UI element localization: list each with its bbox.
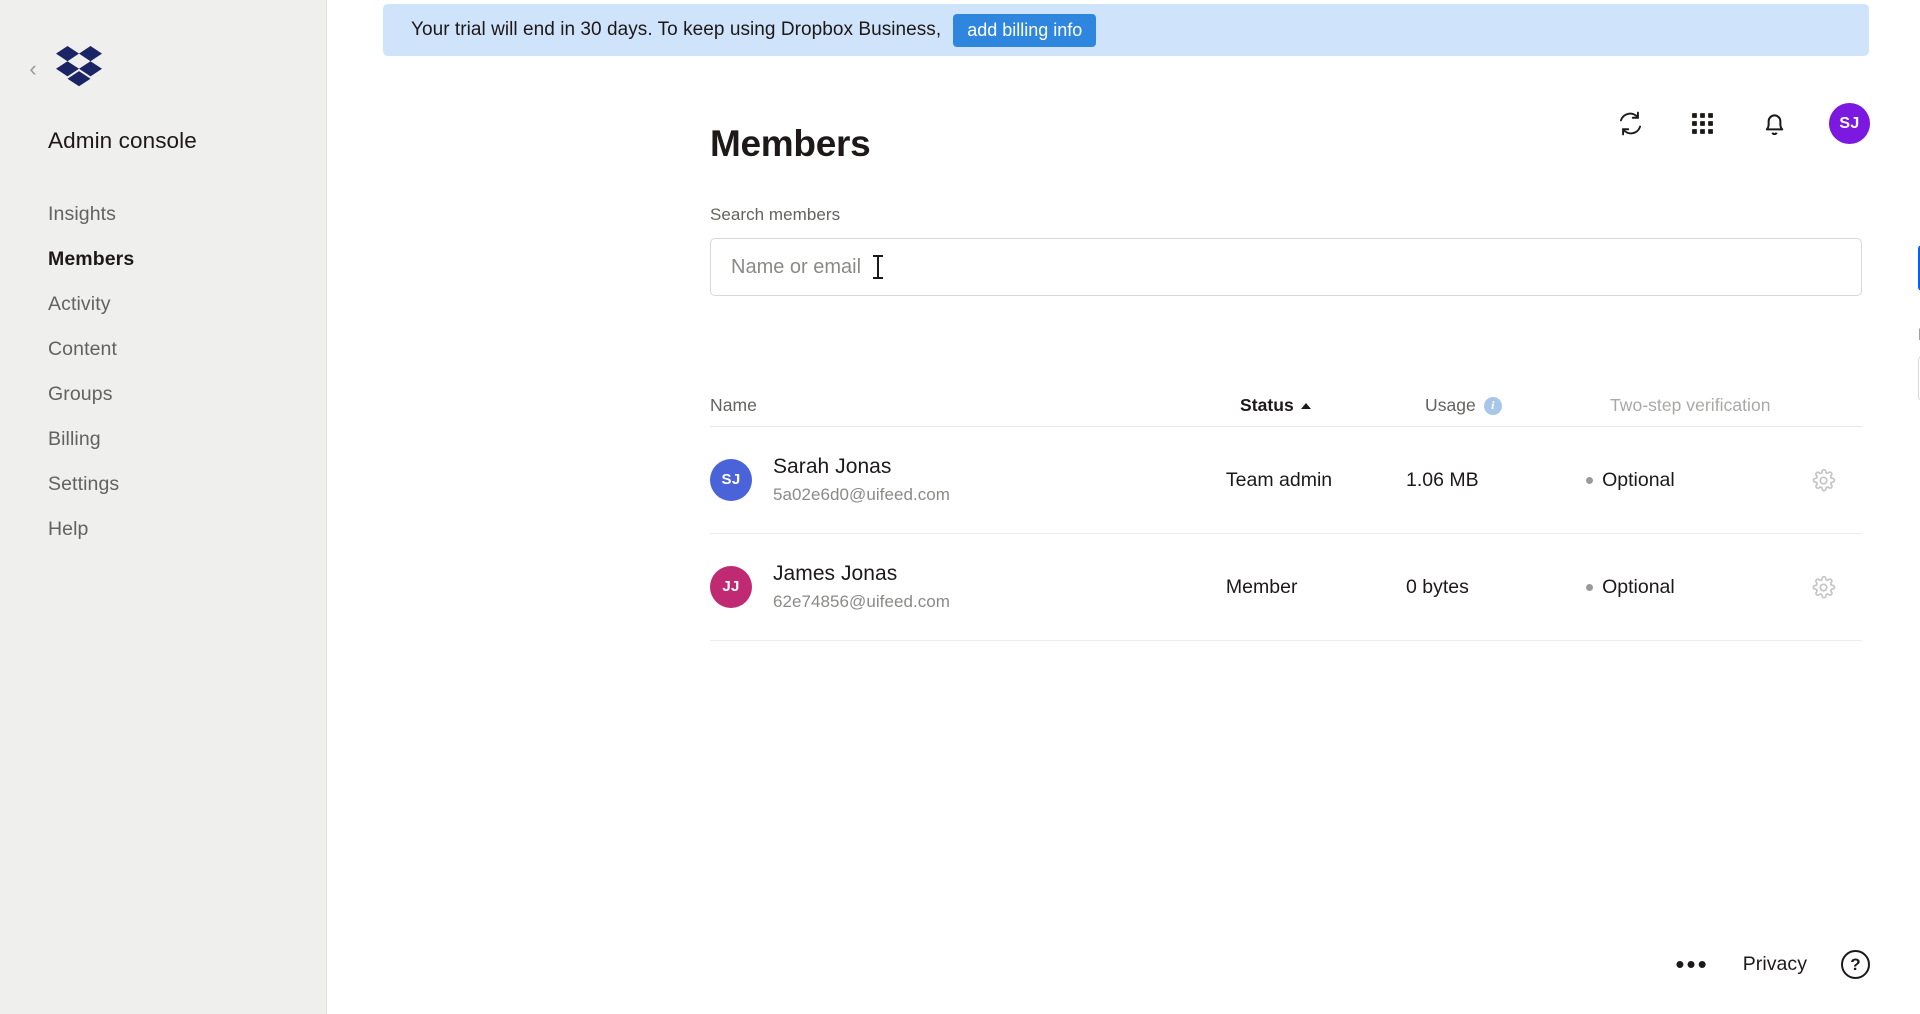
- chevron-left-icon[interactable]: ‹: [22, 54, 44, 84]
- member-status: Team admin: [1225, 468, 1333, 491]
- console-title: Admin console: [48, 128, 197, 153]
- member-email: 62e74856@uifeed.com: [773, 592, 951, 612]
- sidebar-item-groups[interactable]: Groups: [0, 372, 326, 417]
- help-icon[interactable]: ?: [1841, 950, 1870, 979]
- member-usage: 1.06 MB: [1406, 468, 1479, 491]
- sort-ascending-icon: [1300, 402, 1311, 409]
- avatar: JJ: [710, 565, 752, 608]
- sidebar-item-content[interactable]: Content: [0, 327, 326, 372]
- info-icon[interactable]: i: [1483, 396, 1502, 415]
- sidebar-item-help[interactable]: Help: [0, 507, 326, 552]
- user-avatar[interactable]: SJ: [1829, 103, 1870, 144]
- member-two-step-label: Optional: [1602, 575, 1675, 598]
- add-billing-info-button[interactable]: add billing info: [953, 13, 1097, 47]
- search-input-wrap: [710, 238, 1862, 296]
- member-usage: 0 bytes: [1406, 575, 1469, 598]
- member-identity: James Jonas 62e74856@uifeed.com: [773, 561, 950, 613]
- column-header-name[interactable]: Name: [710, 395, 1240, 416]
- sidebar-item-billing[interactable]: Billing: [0, 417, 326, 462]
- status-dot-icon: [1586, 583, 1594, 591]
- sidebar-item-members[interactable]: Members: [0, 237, 326, 282]
- table-row[interactable]: SJ Sarah Jonas 5a02e6d0@uifeed.com Team …: [710, 427, 1862, 534]
- member-name: James Jonas: [773, 562, 898, 586]
- member-name: Sarah Jonas: [773, 455, 892, 479]
- sidebar-item-activity[interactable]: Activity: [0, 282, 326, 327]
- members-table: Name Status Usage i Two-step verificatio…: [710, 385, 1862, 641]
- row-actions: [1810, 574, 1862, 600]
- member-two-step: Optional: [1586, 576, 1810, 599]
- member-two-step-label: Optional: [1602, 468, 1675, 491]
- column-header-status-label: Status: [1240, 395, 1294, 415]
- column-header-usage-label: Usage: [1425, 395, 1476, 415]
- gear-icon[interactable]: [1810, 467, 1836, 493]
- more-options-icon[interactable]: •••: [1675, 951, 1708, 976]
- search-block: Search members: [710, 205, 1862, 296]
- sidebar-item-settings[interactable]: Settings: [0, 462, 326, 507]
- search-input[interactable]: [710, 238, 1862, 296]
- sidebar-nav: Insights Members Activity Content Groups…: [0, 192, 326, 552]
- header-icon-bar: SJ: [1613, 103, 1870, 144]
- avatar: SJ: [710, 458, 752, 501]
- refresh-icon[interactable]: [1613, 107, 1647, 141]
- page-title: Members: [710, 123, 871, 164]
- table-header-row: Name Status Usage i Two-step verificatio…: [710, 385, 1862, 427]
- sidebar-item-insights[interactable]: Insights: [0, 192, 326, 237]
- apps-grid-icon[interactable]: [1685, 107, 1719, 141]
- sidebar: ‹ Admin console Insights Members Activit…: [0, 0, 327, 1014]
- member-name-cell: JJ James Jonas 62e74856@uifeed.com: [710, 561, 1226, 613]
- trial-banner-text: Your trial will end in 30 days. To keep …: [411, 19, 942, 40]
- status-dot-icon: [1586, 476, 1594, 484]
- column-header-usage[interactable]: Usage i: [1425, 395, 1610, 416]
- notifications-bell-icon[interactable]: [1757, 107, 1791, 141]
- admin-console-page: ‹ Admin console Insights Members Activit…: [0, 0, 1920, 1014]
- member-status: Member: [1225, 575, 1298, 598]
- column-header-two-step[interactable]: Two-step verification: [1610, 395, 1840, 416]
- dropbox-logo[interactable]: [56, 46, 102, 92]
- search-label: Search members: [710, 205, 841, 224]
- privacy-link[interactable]: Privacy: [1743, 953, 1807, 976]
- trial-banner: Your trial will end in 30 days. To keep …: [383, 4, 1869, 56]
- table-row[interactable]: JJ James Jonas 62e74856@uifeed.com Membe…: [710, 534, 1862, 641]
- sidebar-header: ‹: [0, 0, 326, 92]
- gear-icon[interactable]: [1810, 574, 1836, 600]
- member-two-step: Optional: [1586, 469, 1810, 492]
- member-name-cell: SJ Sarah Jonas 5a02e6d0@uifeed.com: [710, 454, 1226, 506]
- row-actions: [1810, 467, 1862, 493]
- member-email: 5a02e6d0@uifeed.com: [773, 485, 951, 505]
- column-header-status[interactable]: Status: [1240, 395, 1425, 416]
- footer: ••• Privacy ?: [1675, 950, 1870, 979]
- main-content: Your trial will end in 30 days. To keep …: [327, 0, 1920, 1014]
- member-identity: Sarah Jonas 5a02e6d0@uifeed.com: [773, 454, 950, 506]
